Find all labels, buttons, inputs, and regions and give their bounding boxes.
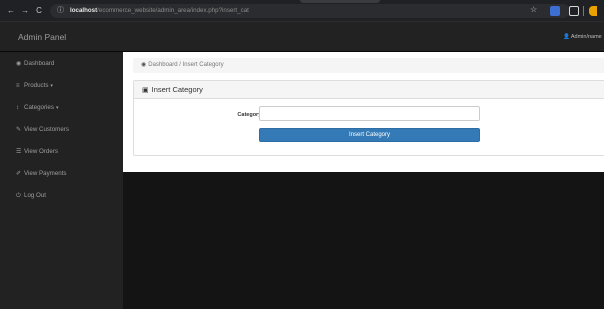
user-menu[interactable]: 👤Admin/name bbox=[563, 22, 602, 52]
panel-title: Insert Category bbox=[151, 85, 203, 94]
profile-icon[interactable] bbox=[589, 6, 597, 16]
list-icon: ☰ bbox=[16, 149, 22, 155]
dashboard-icon: ◉ bbox=[16, 61, 22, 67]
url-text: localhost/ecommerce_website/admin_area/i… bbox=[70, 4, 249, 18]
sidebar-item-view-orders[interactable]: ☰ View Orders bbox=[0, 141, 123, 163]
category-title-input[interactable] bbox=[259, 106, 480, 121]
site-info-icon[interactable]: ⓘ bbox=[57, 6, 67, 16]
money-icon: ▣ bbox=[142, 87, 149, 94]
toolbar-divider bbox=[583, 6, 584, 16]
breadcrumb: ◉ Dashboard / Insert Category bbox=[133, 58, 604, 73]
panel-heading: ▣ Insert Category bbox=[134, 81, 604, 99]
back-icon[interactable]: ← bbox=[6, 5, 16, 17]
user-label: Admin/name bbox=[570, 34, 602, 40]
address-bar[interactable]: ⓘ localhost/ecommerce_website/admin_area… bbox=[50, 4, 570, 18]
url-host: localhost bbox=[70, 7, 98, 14]
brand-title[interactable]: Admin Panel bbox=[18, 22, 66, 52]
pencil-icon: ✐ bbox=[16, 171, 22, 177]
sort-icon: ↕ bbox=[16, 105, 19, 111]
sidebar-item-log-out[interactable]: ⏻ Log Out bbox=[0, 185, 123, 207]
sidebar-item-label: View Payments bbox=[24, 170, 67, 177]
forward-icon[interactable]: → bbox=[20, 5, 30, 17]
sidebar-item-label: Categories bbox=[24, 104, 54, 111]
user-icon: 👤 bbox=[563, 34, 570, 40]
sidebar-item-label: Products bbox=[24, 82, 49, 89]
sidebar: ◉ Dashboard ≡ Products ▾ ↕ Categories ▾ ✎ View… bbox=[0, 52, 123, 309]
sidebar-item-label: View Customers bbox=[24, 126, 69, 133]
bookmark-star-icon[interactable]: ☆ bbox=[530, 4, 540, 16]
breadcrumb-text: Dashboard / Insert Category bbox=[148, 62, 224, 68]
sidebar-item-label: View Orders bbox=[24, 148, 58, 155]
extensions-puzzle-icon[interactable] bbox=[569, 6, 579, 16]
url-path: /ecommerce_website/admin_area/index.php?… bbox=[97, 7, 249, 14]
list-icon: ≡ bbox=[16, 83, 20, 89]
sidebar-item-categories[interactable]: ↕ Categories ▾ bbox=[0, 97, 123, 119]
edit-icon: ✎ bbox=[16, 127, 22, 133]
sidebar-item-label: Log Out bbox=[24, 192, 47, 199]
insert-category-button[interactable]: Insert Category bbox=[259, 128, 480, 142]
sidebar-item-view-payments[interactable]: ✐ View Payments bbox=[0, 163, 123, 185]
dashboard-icon: ◉ bbox=[141, 62, 147, 68]
sidebar-item-dashboard[interactable]: ◉ Dashboard bbox=[0, 53, 123, 75]
admin-navbar: Admin Panel 👤Admin/name bbox=[0, 22, 604, 52]
browser-tab[interactable] bbox=[300, 0, 380, 3]
main-content: ◉ Dashboard / Insert Category ▣ Insert Cat… bbox=[123, 52, 604, 172]
insert-category-panel: ▣ Insert Category Category Title Insert C… bbox=[133, 80, 604, 156]
extension-icon[interactable] bbox=[550, 6, 560, 16]
power-icon: ⏻ bbox=[16, 193, 21, 199]
browser-toolbar: ← → C ⓘ localhost/ecommerce_website/admi… bbox=[0, 0, 604, 22]
reload-icon[interactable]: C bbox=[34, 5, 44, 17]
sidebar-item-products[interactable]: ≡ Products ▾ bbox=[0, 75, 123, 97]
chevron-down-icon: ▾ bbox=[55, 105, 59, 111]
sidebar-item-view-customers[interactable]: ✎ View Customers bbox=[0, 119, 123, 141]
page-background bbox=[123, 172, 604, 309]
chevron-down-icon: ▾ bbox=[50, 83, 53, 89]
sidebar-item-label: Dashboard bbox=[24, 60, 55, 67]
